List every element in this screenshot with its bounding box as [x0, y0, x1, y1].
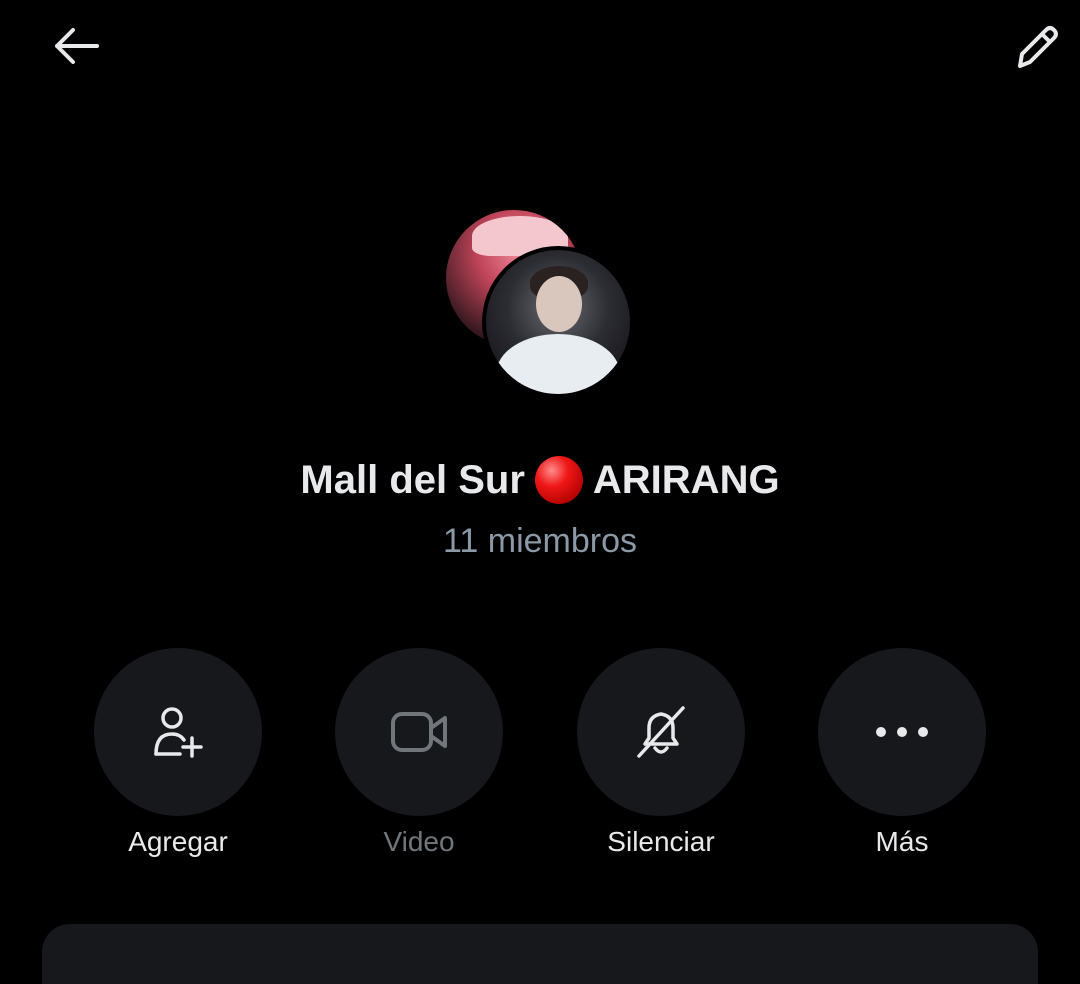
member-count[interactable]: 11 miembros [0, 522, 1080, 561]
group-name: Mall del Sur ARIRANG [0, 456, 1080, 504]
video-call-button[interactable]: Video [334, 648, 504, 858]
mute-label: Silenciar [607, 826, 715, 857]
edit-group-button[interactable] [1004, 14, 1068, 78]
back-button[interactable] [44, 14, 108, 78]
member-avatar [482, 246, 634, 398]
action-row: Agregar Video Silenciar Más [0, 648, 1080, 868]
more-label: Más [875, 826, 929, 857]
settings-card [42, 924, 1038, 984]
add-member-button[interactable]: Agregar [93, 648, 263, 858]
top-bar [0, 0, 1080, 100]
red-circle-emoji [534, 456, 583, 504]
more-button[interactable]: Más [817, 648, 987, 858]
video-camera-icon [391, 712, 447, 752]
video-call-label: Video [383, 826, 455, 857]
add-person-icon [154, 707, 203, 758]
group-name-part1: Mall del Sur [300, 457, 525, 502]
bell-off-icon [637, 706, 685, 758]
mute-button[interactable]: Silenciar [576, 648, 746, 858]
group-name-part2: ARIRANG [592, 457, 780, 502]
pencil-icon [1018, 26, 1058, 68]
group-avatars[interactable] [446, 210, 636, 400]
arrow-left-icon [55, 28, 99, 64]
more-horizontal-icon [876, 727, 928, 737]
add-member-label: Agregar [128, 826, 228, 857]
